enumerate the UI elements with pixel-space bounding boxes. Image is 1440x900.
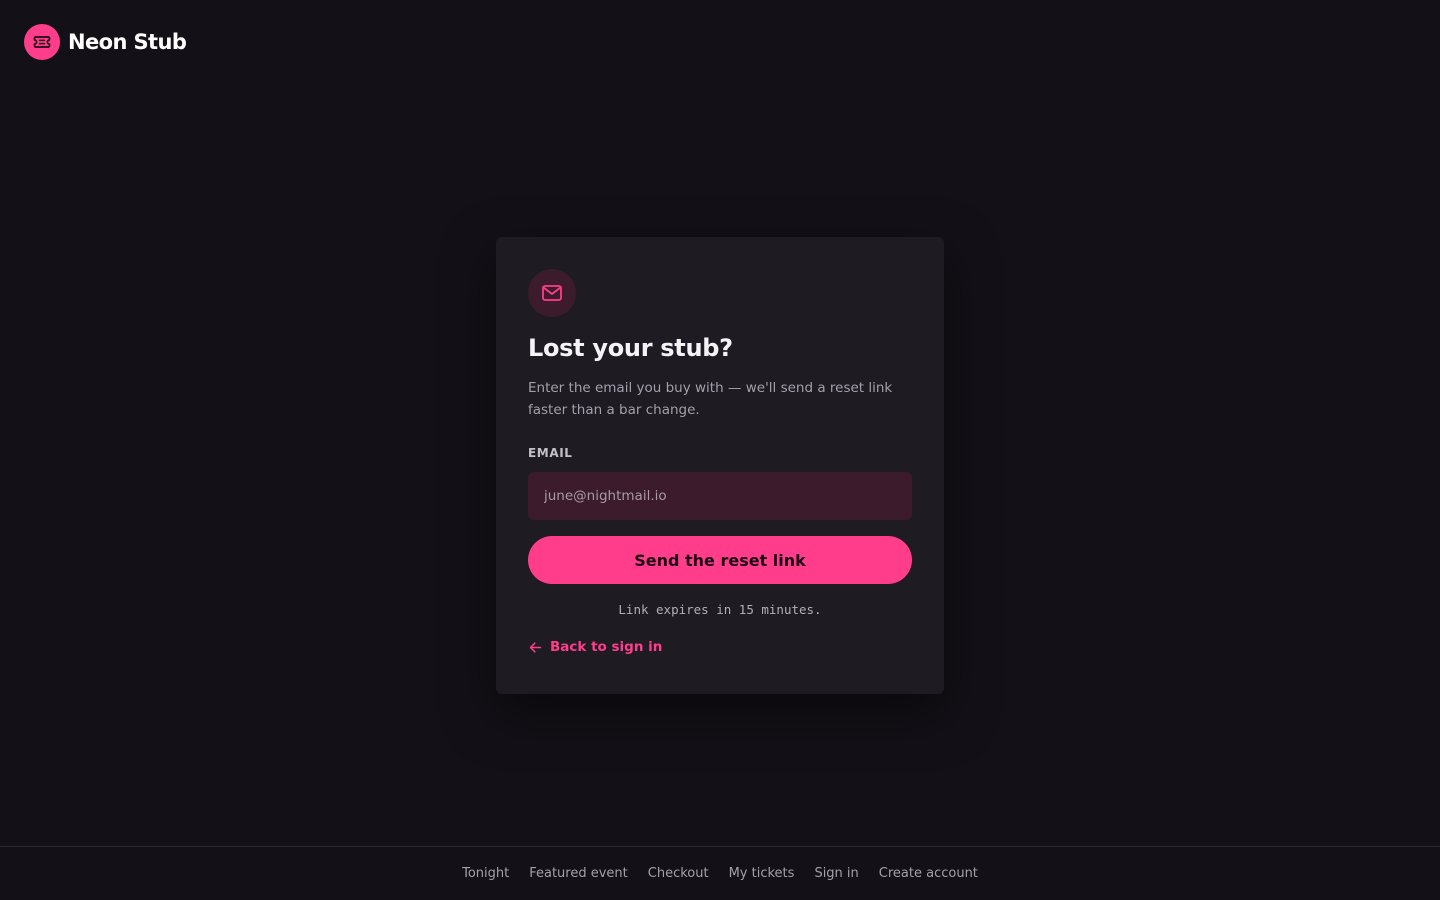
reset-password-card: Lost your stub? Enter the email you buy … (496, 237, 944, 694)
page-title: Lost your stub? (528, 334, 733, 362)
footer-link-checkout[interactable]: Checkout (648, 866, 709, 881)
footer-nav: Tonight Featured event Checkout My ticke… (0, 846, 1440, 900)
send-reset-link-button[interactable]: Send the reset link (528, 536, 912, 584)
page-subtitle: Enter the email you buy with — we'll sen… (528, 380, 893, 418)
email-field[interactable] (528, 472, 912, 520)
footer-link-tonight[interactable]: Tonight (462, 866, 509, 881)
back-to-sign-in-label: Back to sign in (550, 639, 663, 655)
back-to-sign-in-link[interactable]: Back to sign in (528, 639, 662, 655)
footer-link-sign-in[interactable]: Sign in (814, 866, 858, 881)
footer-link-featured-event[interactable]: Featured event (529, 866, 628, 881)
brand-logo-link[interactable]: Neon Stub (24, 24, 187, 60)
link-expiry-note: Link expires in 15 minutes. (618, 602, 822, 617)
email-label: EMAIL (528, 446, 573, 460)
arrow-left-icon (528, 640, 543, 655)
footer-link-create-account[interactable]: Create account (879, 866, 978, 881)
ticket-icon (24, 24, 60, 60)
footer-link-my-tickets[interactable]: My tickets (729, 866, 795, 881)
brand-name: Neon Stub (68, 30, 187, 54)
mail-icon (528, 269, 576, 317)
